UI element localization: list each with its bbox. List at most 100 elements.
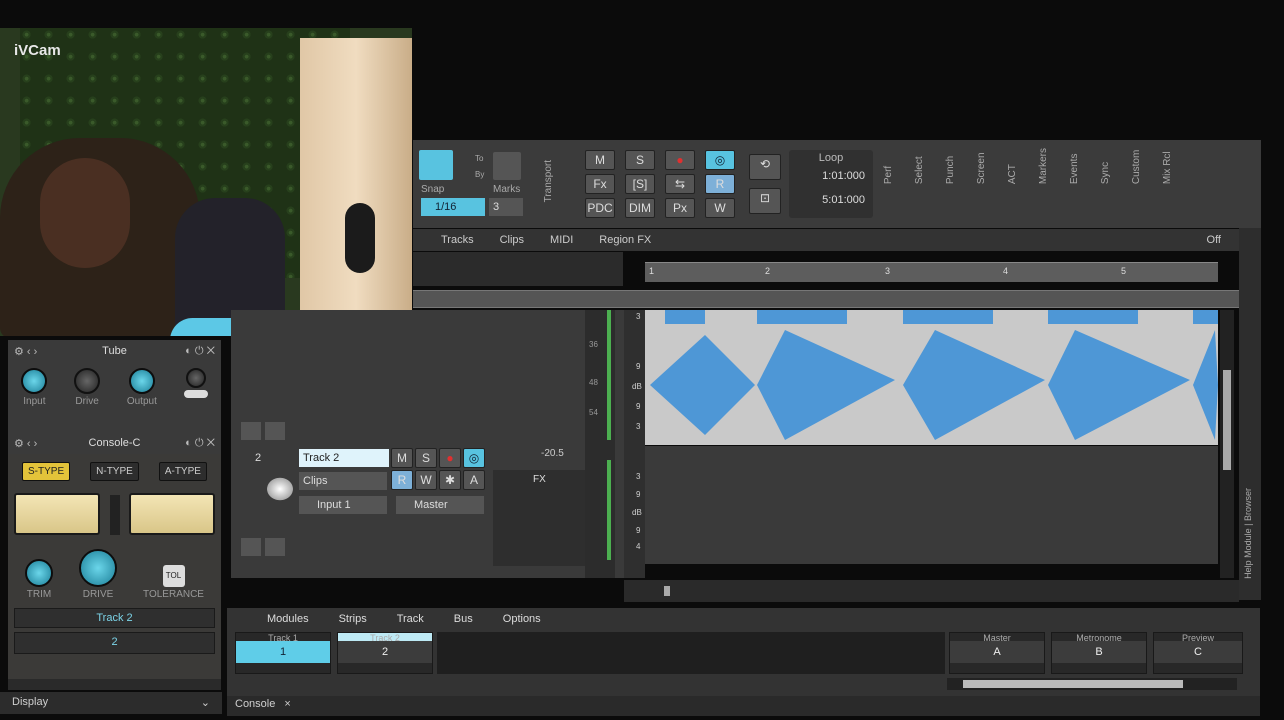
swap-button[interactable]: ⇆ [665,174,695,194]
record-button[interactable]: ● [665,150,695,170]
trim-knob[interactable] [25,559,53,587]
fit-icon[interactable]: ⊡ [749,188,781,214]
read-button[interactable]: R [705,174,735,194]
mute-button[interactable]: M [585,150,615,170]
console-scroll-thumb[interactable] [963,680,1183,688]
bus-metronome[interactable]: Metronome B [1051,632,1147,674]
module-markers[interactable]: Markers [1038,148,1049,184]
splitter[interactable] [413,290,1239,308]
module-mix-rcl[interactable]: Mix Rcl [1162,148,1173,184]
close-icon[interactable]: × [284,698,290,710]
power-icon[interactable]: ◐ ⏻ ✕ [185,345,215,358]
module-punch[interactable]: Punch [945,148,956,184]
strip-button[interactable]: 1 [236,641,330,663]
settings-knob[interactable] [185,368,206,388]
pdc-button[interactable]: PDC [585,198,615,218]
menu-options[interactable]: Options [503,613,541,625]
list-icon[interactable] [241,422,261,440]
strip-1[interactable]: Track 1 1 [235,632,331,674]
bus-button[interactable]: B [1052,641,1146,663]
s-bracket-button[interactable]: [S] [625,174,655,194]
timeline-ruler[interactable]: 1 2 3 4 5 [645,262,1218,282]
track-name-field[interactable]: Track 2 [299,449,389,467]
module-events[interactable]: Events [1069,148,1080,185]
loop-toggle-icon[interactable]: ⟲ [749,154,781,180]
console-scrollbar[interactable] [947,678,1237,690]
track-solo-button[interactable]: S [415,448,437,468]
marks-value[interactable]: 3 [489,198,523,216]
fx-button[interactable]: Fx [585,174,615,194]
s-type-button[interactable]: S-TYPE [22,462,71,481]
output-dropdown[interactable]: Master [396,496,484,514]
strip-2[interactable]: Track 2 2 [337,632,433,674]
drive-knob[interactable] [74,368,101,394]
bus-master[interactable]: Master A [949,632,1045,674]
menu-strips[interactable]: Strips [339,613,367,625]
loop-end[interactable]: 5:01:000 [789,182,873,206]
track-star-button[interactable]: ✱ [439,470,461,490]
plugin-nav-icon[interactable]: ⚙ ‹ › [14,345,37,358]
display-dropdown[interactable]: Display ⌄ [0,692,222,714]
menu-tracks[interactable]: Tracks [441,234,474,246]
menu-modules[interactable]: Modules [267,613,309,625]
fx-bin[interactable]: FX [493,470,585,566]
tolerance-button[interactable]: TOL [162,565,185,587]
menu-region-fx[interactable]: Region FX [599,234,651,246]
automation-icon[interactable] [265,538,285,556]
track-read-button[interactable]: R [391,470,413,490]
clips-dropdown[interactable]: Clips [299,472,387,490]
menu-midi[interactable]: MIDI [550,234,573,246]
n-type-button[interactable]: N-TYPE [90,462,139,481]
solo-button[interactable]: S [625,150,655,170]
menu-bus[interactable]: Bus [454,613,473,625]
module-act[interactable]: ACT [1007,148,1018,184]
menu-clips[interactable]: Clips [500,234,524,246]
snap-button[interactable] [419,150,453,180]
automation-icon[interactable] [265,422,285,440]
output-knob[interactable] [128,368,155,394]
module-sync[interactable]: Sync [1100,148,1111,184]
volume-value[interactable]: -20.5 [541,448,564,459]
bus-preview[interactable]: Preview C [1153,632,1243,674]
db-tick: 4 [636,542,641,551]
audio-clip[interactable] [645,310,1218,445]
marks-button[interactable] [493,152,521,180]
plugin-nav-icon[interactable]: ⚙ ‹ › [14,437,37,450]
power-icon[interactable]: ◐ ⏻ ✕ [185,437,215,450]
list-icon[interactable] [241,538,261,556]
write-button[interactable]: W [705,198,735,218]
snap-value[interactable]: 1/16 [421,198,485,216]
track-monitor-button[interactable]: ◎ [463,448,485,468]
module-custom[interactable]: Custom [1131,148,1142,184]
vertical-scrollbar[interactable] [1220,310,1234,578]
input-knob[interactable] [21,368,48,394]
module-select[interactable]: Select [914,148,925,184]
strip-button[interactable]: 2 [338,641,432,663]
transport-label[interactable]: Transport [543,160,554,202]
vu-switch[interactable] [109,495,120,535]
scroll-thumb[interactable] [664,586,670,596]
track-write-button[interactable]: W [415,470,437,490]
bus-button[interactable]: A [950,641,1044,663]
module-perf[interactable]: Perf [883,148,894,184]
menu-track[interactable]: Track [397,613,424,625]
monitor-button[interactable]: ◎ [705,150,735,170]
off-label[interactable]: Off [1207,234,1221,246]
toggle-switch[interactable] [183,390,208,398]
module-screen[interactable]: Screen [976,148,987,184]
loop-start[interactable]: 1:01:000 [789,164,873,182]
track-mute-button[interactable]: M [391,448,413,468]
horizontal-scrollbar[interactable] [624,580,1239,602]
help-browser-label[interactable]: Help Module | Browser [1243,488,1253,579]
input-dropdown[interactable]: Input 1 [299,496,387,514]
track-a-button[interactable]: A [463,470,485,490]
empty-track-lane[interactable] [645,446,1218,564]
px-button[interactable]: Px [665,198,695,218]
vscroll-thumb[interactable] [1223,370,1231,470]
drive-knob-large[interactable] [79,549,118,587]
a-type-button[interactable]: A-TYPE [158,462,207,481]
bus-button[interactable]: C [1154,641,1242,663]
dim-button[interactable]: DIM [625,198,655,218]
track-record-button[interactable]: ● [439,448,461,468]
console-tab[interactable]: Console [235,698,275,710]
